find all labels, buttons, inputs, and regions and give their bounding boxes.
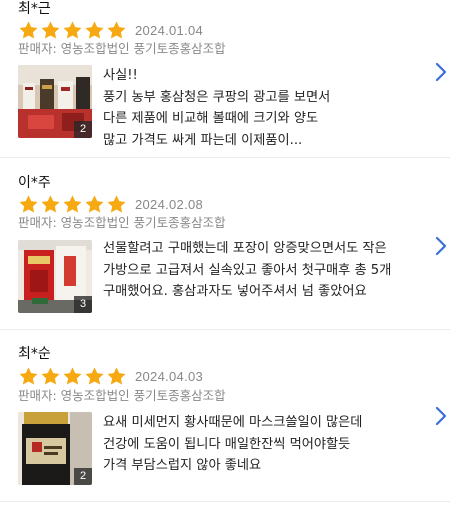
photo-count-badge: 3 xyxy=(74,296,92,313)
chevron-right-icon[interactable] xyxy=(434,61,448,83)
rating-row: 2024.02.08 xyxy=(18,193,203,215)
review-text: 요새 미세먼지 황사때문에 마스크쓸일이 많은데 건강에 도움이 됩니다 매일한… xyxy=(103,415,363,473)
review-photo[interactable]: 3 xyxy=(18,240,92,313)
star-icon xyxy=(41,20,60,39)
seller-name: 판매자: 영농조합법인 풍기토종홍삼조합 xyxy=(18,215,226,230)
review-date: 2024.02.08 xyxy=(135,196,204,212)
star-icon xyxy=(19,194,38,213)
star-icon xyxy=(107,20,126,39)
review-photo[interactable]: 2 xyxy=(18,412,92,485)
star-icon xyxy=(107,194,126,213)
review-card[interactable]: 이*주 2024.02.08 판매자: 영농조합법인 풍기토종홍삼조합 3 선물… xyxy=(0,158,450,330)
chevron-right-icon[interactable] xyxy=(434,405,448,427)
photo-count-badge: 2 xyxy=(74,468,92,485)
star-icon xyxy=(63,366,82,385)
star-rating xyxy=(18,366,127,387)
star-icon xyxy=(85,366,104,385)
seller-name: 판매자: 영농조합법인 풍기토종홍삼조합 xyxy=(18,41,226,56)
chevron-right-icon[interactable] xyxy=(434,235,448,257)
review-card[interactable]: 최*순 2024.04.03 판매자: 영농조합법인 풍기토종홍삼조합 2 요새… xyxy=(0,330,450,502)
seller-name: 판매자: 영농조합법인 풍기토종홍삼조합 xyxy=(18,388,226,403)
star-icon xyxy=(107,366,126,385)
photo-count-badge: 2 xyxy=(74,121,92,138)
star-icon xyxy=(41,366,60,385)
rating-row: 2024.04.03 xyxy=(18,365,203,387)
reviewer-name: 최*근 xyxy=(18,1,51,17)
rating-row: 2024.01.04 xyxy=(18,19,203,41)
review-card[interactable]: 최*근 2024.01.04 판매자: 영농조합법인 풍기토종홍삼조합 2 사실… xyxy=(0,0,450,158)
star-icon xyxy=(19,20,38,39)
star-rating xyxy=(18,20,127,41)
star-icon xyxy=(63,20,82,39)
review-text: 사실!! 풍기 농부 홍삼청은 쿠팡의 광고를 보면서 다른 제품에 비교해 볼… xyxy=(103,68,331,148)
star-icon xyxy=(41,194,60,213)
review-date: 2024.01.04 xyxy=(135,22,204,38)
reviewer-name: 최*순 xyxy=(18,346,51,362)
star-icon xyxy=(63,194,82,213)
review-photo[interactable]: 2 xyxy=(18,65,92,138)
star-icon xyxy=(85,20,104,39)
star-icon xyxy=(85,194,104,213)
review-text: 선물할려고 구매했는데 포장이 앙증맞으면서도 작은 가방으로 고급져서 실속있… xyxy=(103,241,396,299)
star-icon xyxy=(19,366,38,385)
review-date: 2024.04.03 xyxy=(135,368,204,384)
star-rating xyxy=(18,194,127,215)
reviewer-name: 이*주 xyxy=(18,175,51,191)
